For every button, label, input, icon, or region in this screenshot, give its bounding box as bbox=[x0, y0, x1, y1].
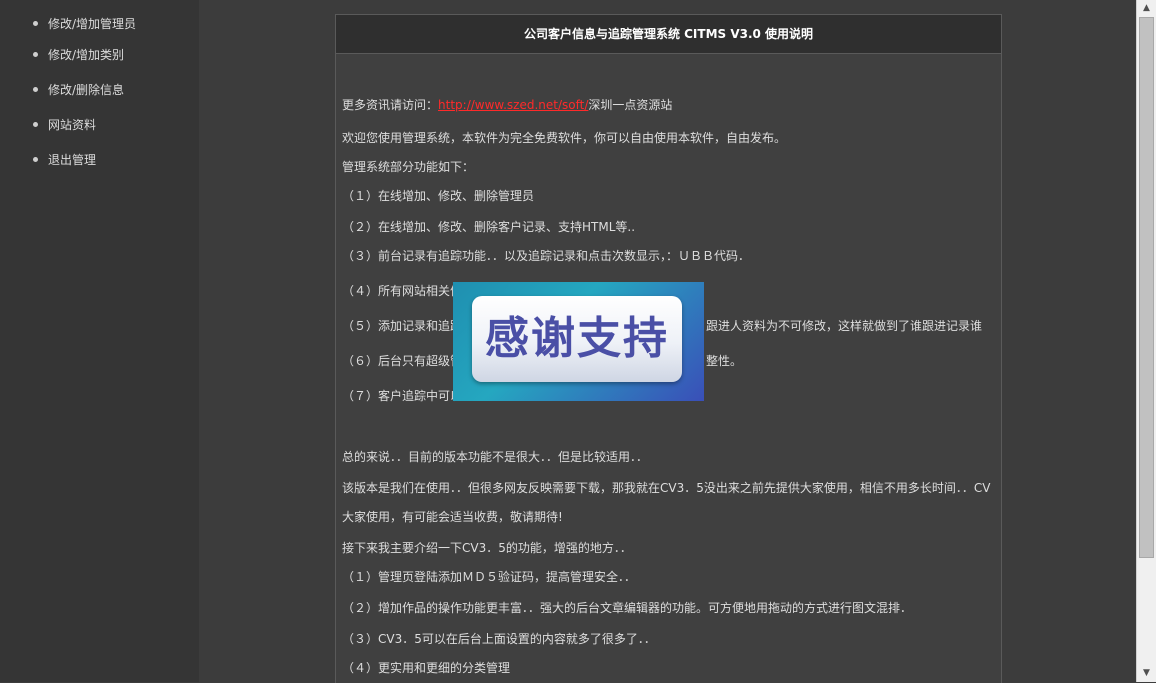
intro-prefix: 更多资讯请访问： bbox=[342, 98, 439, 112]
text-line: （４）更实用和更细的分类管理 bbox=[342, 661, 511, 675]
sidebar-item-edit-info[interactable]: 修改/删除信息 bbox=[33, 81, 124, 98]
text-line: （４）所有网站相关信 bbox=[342, 284, 463, 298]
sidebar-item-label: 修改/删除信息 bbox=[48, 83, 125, 97]
text-line: 大家使用，有可能会适当收费，敬请期待! bbox=[342, 510, 563, 524]
text-line: （２）增加作品的操作功能更丰富．．强大的后台文章编辑器的功能。可方便地用拖动的方… bbox=[342, 601, 913, 615]
intro-suffix: 深圳一点资源站 bbox=[588, 98, 673, 112]
text-line: 接下来我主要介绍一下CV3．5的功能，增强的地方．． bbox=[342, 541, 632, 555]
sidebar-item-label: 退出管理 bbox=[48, 153, 97, 167]
text-line: 管理系统部分功能如下： bbox=[342, 160, 475, 174]
bullet-icon bbox=[33, 122, 38, 127]
intro-line: 更多资讯请访问：http://www.szed.net/soft/深圳一点资源站 bbox=[342, 96, 672, 113]
page-title: 公司客户信息与追踪管理系统 CITMS V3.0 使用说明 bbox=[336, 15, 1001, 54]
text-line-tail: 跟进人资料为不可修改，这样就做到了谁跟进记录谁 bbox=[706, 319, 983, 333]
text-line: （６）后台只有超级管 bbox=[342, 354, 463, 368]
bullet-icon bbox=[33, 52, 38, 57]
bullet-icon bbox=[33, 157, 38, 162]
text-line: 该版本是我们在使用．．但很多网友反映需要下载，那我就在CV3．5没出来之前先提供… bbox=[342, 481, 991, 495]
sidebar-item-site-info[interactable]: 网站资料 bbox=[33, 116, 96, 133]
sidebar-item-edit-category[interactable]: 修改/增加类别 bbox=[33, 46, 124, 63]
sidebar: 修改/增加管理员 修改/增加类别 修改/删除信息 网站资料 退出管理 bbox=[0, 0, 199, 682]
text-line: （２）在线增加、修改、删除客户记录、支持HTML等.. bbox=[342, 220, 636, 234]
thanks-banner-text: 感谢支持 bbox=[472, 296, 682, 382]
text-line-tail: 整性。 bbox=[706, 354, 743, 368]
sidebar-item-logout[interactable]: 退出管理 bbox=[33, 151, 96, 168]
sidebar-item-label: 修改/增加类别 bbox=[48, 48, 125, 62]
scroll-up-arrow-icon[interactable]: ▲ bbox=[1137, 0, 1156, 17]
thanks-banner[interactable]: 感谢支持 bbox=[453, 282, 704, 401]
vertical-scrollbar[interactable]: ▲ ▼ bbox=[1136, 0, 1156, 682]
sidebar-item-label: 网站资料 bbox=[48, 118, 97, 132]
text-line: （５）添加记录和追踪 bbox=[342, 319, 463, 333]
scroll-down-arrow-icon[interactable]: ▼ bbox=[1137, 665, 1156, 682]
site-link[interactable]: http://www.szed.net/soft/ bbox=[438, 98, 588, 112]
bullet-icon bbox=[33, 87, 38, 92]
sidebar-item-label: 修改/增加管理员 bbox=[48, 17, 137, 31]
bullet-icon bbox=[33, 21, 38, 26]
scroll-thumb[interactable] bbox=[1139, 17, 1154, 558]
text-line: （１）管理页登陆添加ＭＤ５验证码，提高管理安全．． bbox=[342, 570, 637, 584]
text-line: （１）在线增加、修改、删除管理员 bbox=[342, 189, 535, 203]
text-line: （７）客户追踪中可以 bbox=[342, 389, 463, 403]
text-line: （３）前台记录有追踪功能．．以及追踪记录和点击次数显示，：ＵＢＢ代码． bbox=[342, 249, 751, 263]
text-line: （３）CV3．5可以在后台上面设置的内容就多了很多了．． bbox=[342, 632, 656, 646]
sidebar-item-edit-admin[interactable]: 修改/增加管理员 bbox=[33, 15, 136, 32]
text-line: 总的来说．．目前的版本功能不是很大．．但是比较适用．． bbox=[342, 450, 649, 464]
text-line: 欢迎您使用管理系统，本软件为完全免费软件，你可以自由使用本软件，自由发布。 bbox=[342, 131, 787, 145]
